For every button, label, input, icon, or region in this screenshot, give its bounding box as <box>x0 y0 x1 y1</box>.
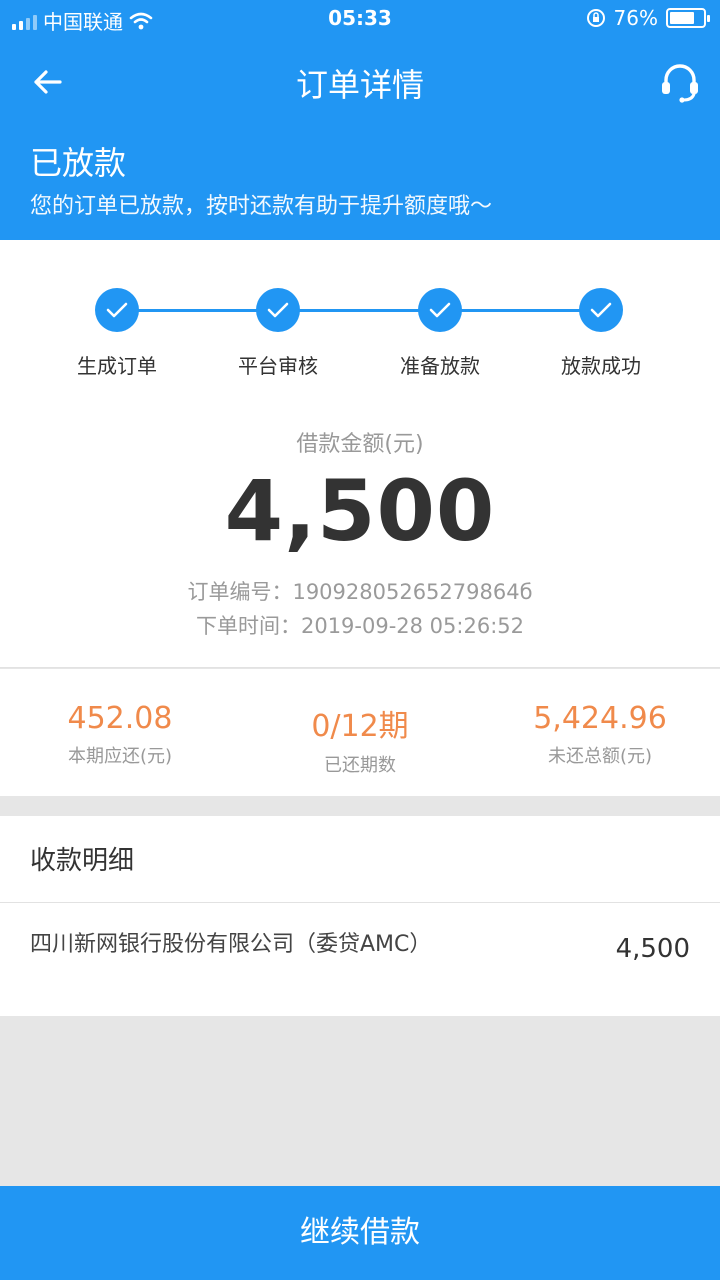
stat-value: 0/12期 <box>311 709 409 744</box>
status-bar: 中国联通 05:33 76% <box>0 0 720 40</box>
receipt-title: 收款明细 <box>30 846 135 876</box>
stat-current-due: 452.08 本期应还(元) <box>0 701 240 768</box>
order-time: 2019-09-28 05:26:52 <box>300 614 525 638</box>
check-icon <box>256 288 300 332</box>
check-icon <box>95 288 139 332</box>
step-4: 放款成功 <box>531 288 671 379</box>
order-status-subtitle: 您的订单已放款，按时还款有助于提升额度哦～ <box>30 194 493 219</box>
status-right: 76% <box>586 6 710 30</box>
step-label: 平台审核 <box>238 354 318 378</box>
order-number-label: 订单编号： <box>187 580 293 604</box>
rotation-lock-icon <box>586 9 605 27</box>
order-time-label: 下单时间： <box>195 614 301 638</box>
page-title: 订单详情 <box>295 66 424 104</box>
receipt-detail-card: 收款明细 四川新网银行股份有限公司（委贷AMC） 4,500 <box>0 816 720 1016</box>
stat-label: 未还总额(元) <box>547 746 653 767</box>
headset-icon[interactable] <box>656 58 704 106</box>
check-icon <box>418 288 462 332</box>
progress-steps: 生成订单 平台审核 准备放款 放款成功 <box>0 240 720 390</box>
repayment-stats: 452.08 本期应还(元) 0/12期 已还期数 5,424.96 未还总额(… <box>0 669 720 796</box>
battery-percent: 76% <box>613 6 658 30</box>
stat-periods-paid: 0/12期 已还期数 <box>240 701 480 777</box>
stat-value: 452.08 <box>67 701 173 736</box>
divider <box>0 902 720 903</box>
order-number-row: 订单编号：19092805265279864б <box>0 576 720 606</box>
loan-summary-card: 生成订单 平台审核 准备放款 放款成功 借款金额(元) 4,500 订单编号：1… <box>0 240 720 668</box>
payee-amount: 4,500 <box>615 934 690 964</box>
stat-label: 本期应还(元) <box>67 746 173 767</box>
order-status-title: 已放款 <box>30 144 127 182</box>
continue-borrow-button[interactable]: 继续借款 <box>0 1186 720 1280</box>
loan-amount: 4,500 <box>224 462 496 560</box>
battery-icon <box>666 8 710 28</box>
battery-fill <box>670 12 695 24</box>
stat-outstanding-total: 5,424.96 未还总额(元) <box>480 701 720 768</box>
step-label: 放款成功 <box>561 354 641 378</box>
step-connector <box>118 309 602 312</box>
stat-label: 已还期数 <box>324 755 396 776</box>
nav-bar: 订单详情 <box>0 40 720 124</box>
order-time-row: 下单时间：2019-09-28 05:26:52 <box>0 610 720 640</box>
step-1: 生成订单 <box>47 288 187 379</box>
stat-value: 5,424.96 <box>533 701 667 736</box>
loan-amount-label: 借款金额(元) <box>296 432 424 457</box>
step-label: 生成订单 <box>77 354 157 378</box>
check-icon <box>579 288 623 332</box>
step-label: 准备放款 <box>400 354 480 378</box>
step-2: 平台审核 <box>208 288 348 379</box>
step-3: 准备放款 <box>370 288 510 379</box>
order-number: 19092805265279864б <box>292 580 533 604</box>
payee-name: 四川新网银行股份有限公司（委贷AMC） <box>30 932 432 957</box>
